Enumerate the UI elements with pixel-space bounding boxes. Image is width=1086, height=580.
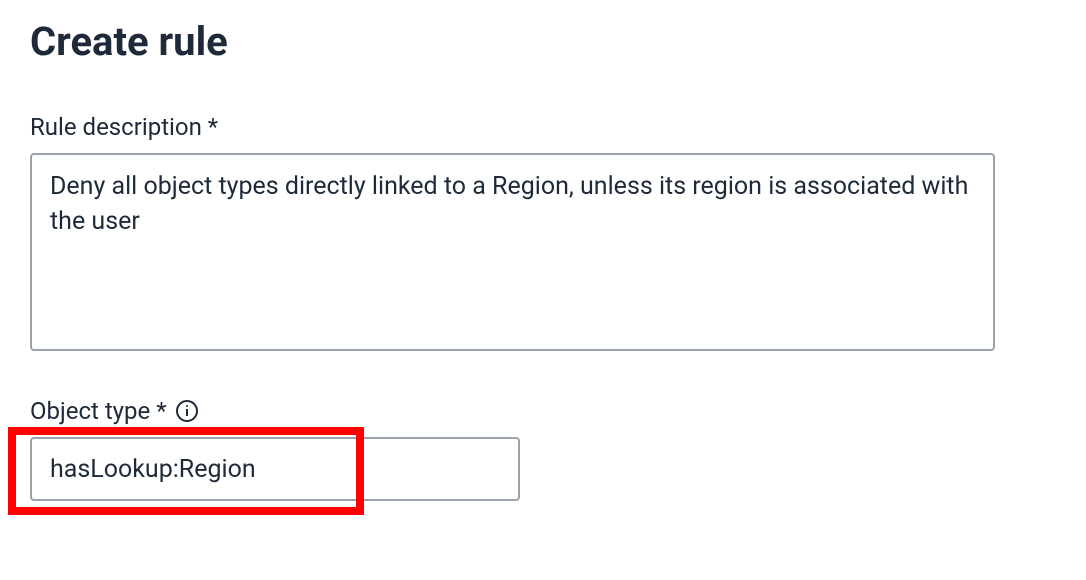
page-title: Create rule — [30, 18, 1056, 65]
rule-description-label: Rule description * — [30, 113, 1056, 141]
object-type-input[interactable] — [30, 437, 520, 501]
object-type-label: Object type * — [30, 397, 1056, 425]
info-icon[interactable] — [175, 399, 199, 423]
rule-description-field: Rule description * — [30, 113, 1056, 355]
object-type-field: Object type * — [30, 397, 1056, 501]
rule-description-input[interactable] — [30, 153, 995, 351]
object-type-label-text: Object type * — [30, 397, 167, 425]
